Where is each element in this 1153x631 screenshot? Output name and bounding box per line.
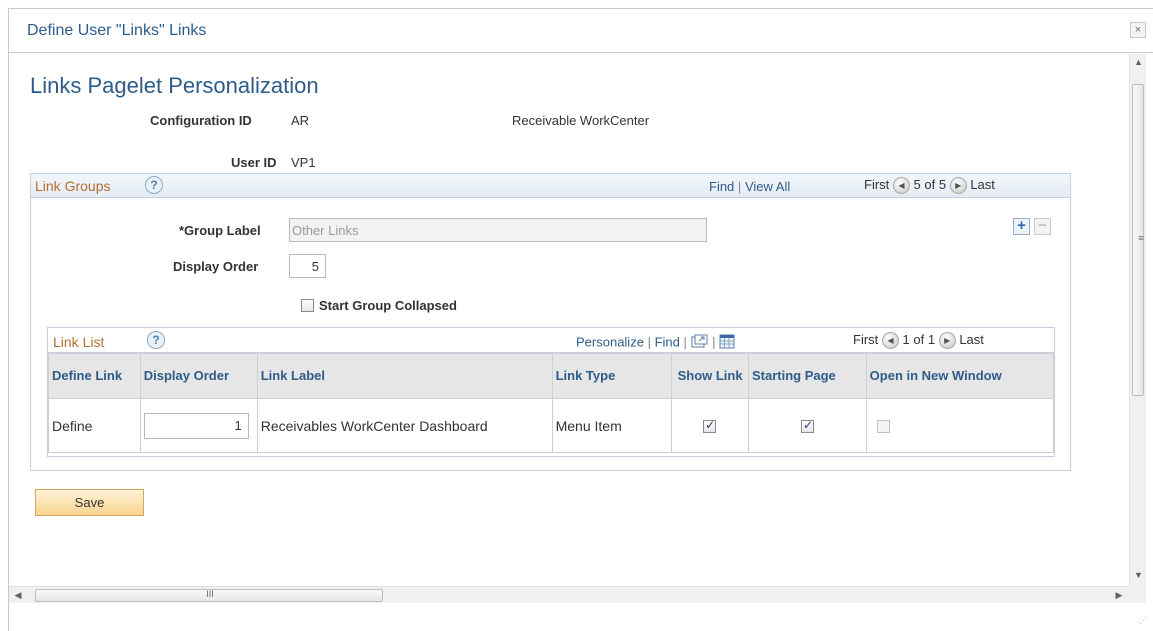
column-header-show-link[interactable]: Show Link xyxy=(671,353,749,399)
dialog-title: Define User "Links" Links xyxy=(27,22,207,39)
link-groups-section: Link Groups ? Find | View All First ◀ 5 … xyxy=(30,173,1071,471)
row-display-order-field[interactable] xyxy=(143,412,249,439)
scroll-down-icon[interactable]: ▼ xyxy=(1130,570,1147,580)
starting-page-checkbox[interactable] xyxy=(800,418,814,433)
first-label: First xyxy=(864,177,890,192)
modal-dialog: Define User "Links" Links × Links Pagele… xyxy=(8,8,1153,631)
help-icon[interactable]: ? xyxy=(147,331,165,349)
display-order-cell xyxy=(139,398,258,453)
link-list-pager: First ◀ 1 of 1 ▶ Last xyxy=(853,332,984,350)
user-id-label: User ID xyxy=(231,155,277,170)
find-link[interactable]: Find xyxy=(709,179,734,194)
group-label-field[interactable] xyxy=(289,218,707,242)
link-list-header: Link List ? Personalize | Find | | First… xyxy=(48,328,1054,353)
last-label: Last xyxy=(959,332,984,347)
view-all-link[interactable]: View All xyxy=(745,179,790,194)
next-arrow-icon[interactable]: ▶ xyxy=(938,332,956,350)
close-icon[interactable]: × xyxy=(1130,22,1146,38)
grip-icon: III xyxy=(206,589,214,599)
show-link-checkbox[interactable] xyxy=(703,418,717,433)
define-link[interactable]: Define xyxy=(48,398,141,453)
separator: | xyxy=(647,334,651,350)
column-header-open-new-window[interactable]: Open in New Window xyxy=(865,353,1055,399)
link-groups-title: Link Groups xyxy=(35,178,111,194)
user-id-value: VP1 xyxy=(291,155,316,170)
group-label-label: *Group Label xyxy=(179,223,261,238)
next-arrow-icon[interactable]: ▶ xyxy=(949,177,967,195)
row-counter: 1 of 1 xyxy=(902,332,936,347)
column-header-starting-page[interactable]: Starting Page xyxy=(747,353,867,399)
page-title: Links Pagelet Personalization xyxy=(30,73,319,98)
save-button[interactable]: Save xyxy=(35,489,144,516)
resize-grip-icon[interactable]: ⋰ xyxy=(1139,616,1147,625)
column-header-link-type[interactable]: Link Type xyxy=(551,353,673,399)
open-new-window-cell xyxy=(865,398,1055,453)
horizontal-scrollbar[interactable]: ◀ III ▶ xyxy=(9,586,1129,603)
display-order-label: Display Order xyxy=(173,259,259,274)
link-list-toolbar: Personalize | Find | | xyxy=(576,334,735,352)
find-link[interactable]: Find xyxy=(655,334,680,349)
link-list-title: Link List xyxy=(53,334,105,350)
link-list-table: Define Link Display Order Link Label Lin… xyxy=(48,353,1055,453)
vertical-scroll-thumb[interactable]: ≡ xyxy=(1132,84,1144,396)
start-group-collapsed-checkbox[interactable] xyxy=(301,299,314,312)
column-header-link-label[interactable]: Link Label xyxy=(256,353,553,399)
add-row-icon[interactable]: + xyxy=(1013,218,1030,235)
link-groups-header: Link Groups ? Find | View All First ◀ 5 … xyxy=(31,174,1070,198)
column-header-display-order[interactable]: Display Order xyxy=(139,353,258,399)
previous-arrow-icon[interactable]: ◀ xyxy=(892,177,910,195)
scroll-right-icon[interactable]: ▶ xyxy=(1114,590,1124,601)
link-list-grid: Link List ? Personalize | Find | | First… xyxy=(47,327,1055,457)
scroll-left-icon[interactable]: ◀ xyxy=(13,590,23,601)
table-row: Define Receivables WorkCenter Dashboard … xyxy=(48,398,1055,453)
separator: | xyxy=(712,334,716,350)
first-label: First xyxy=(853,332,879,347)
column-header-define-link[interactable]: Define Link xyxy=(48,353,141,399)
personalize-link[interactable]: Personalize xyxy=(576,334,644,349)
configuration-id-value: AR xyxy=(291,113,310,128)
vertical-scrollbar[interactable]: ▲ ≡ ▼ xyxy=(1129,54,1146,586)
link-groups-pager: First ◀ 5 of 5 ▶ Last xyxy=(864,177,995,195)
delete-row-icon[interactable]: − xyxy=(1034,218,1051,235)
link-label-cell: Receivables WorkCenter Dashboard xyxy=(256,398,553,453)
separator: | xyxy=(737,179,742,194)
dialog-content: Links Pagelet Personalization Configurat… xyxy=(9,54,1129,586)
link-groups-nav-links: Find | View All xyxy=(709,179,790,194)
configuration-id-label: Configuration ID xyxy=(150,113,252,128)
configuration-description: Receivable WorkCenter xyxy=(512,113,650,128)
spreadsheet-icon[interactable] xyxy=(719,334,735,352)
show-link-cell xyxy=(671,398,749,453)
help-icon[interactable]: ? xyxy=(145,176,163,194)
new-window-icon[interactable] xyxy=(691,334,709,352)
start-group-collapsed-label: Start Group Collapsed xyxy=(319,298,457,313)
display-order-field[interactable] xyxy=(289,254,326,278)
starting-page-cell xyxy=(747,398,867,453)
link-type-cell: Menu Item xyxy=(551,398,673,453)
open-new-window-checkbox[interactable] xyxy=(876,420,890,433)
scrollbar-corner xyxy=(1129,586,1146,603)
row-counter: 5 of 5 xyxy=(913,177,947,192)
scroll-up-icon[interactable]: ▲ xyxy=(1130,57,1147,67)
separator: | xyxy=(683,334,687,350)
previous-arrow-icon[interactable]: ◀ xyxy=(881,332,899,350)
horizontal-scroll-thumb[interactable]: III xyxy=(35,589,383,602)
grip-icon: ≡ xyxy=(1138,233,1144,243)
dialog-titlebar: Define User "Links" Links × xyxy=(9,9,1153,53)
last-label: Last xyxy=(970,177,995,192)
